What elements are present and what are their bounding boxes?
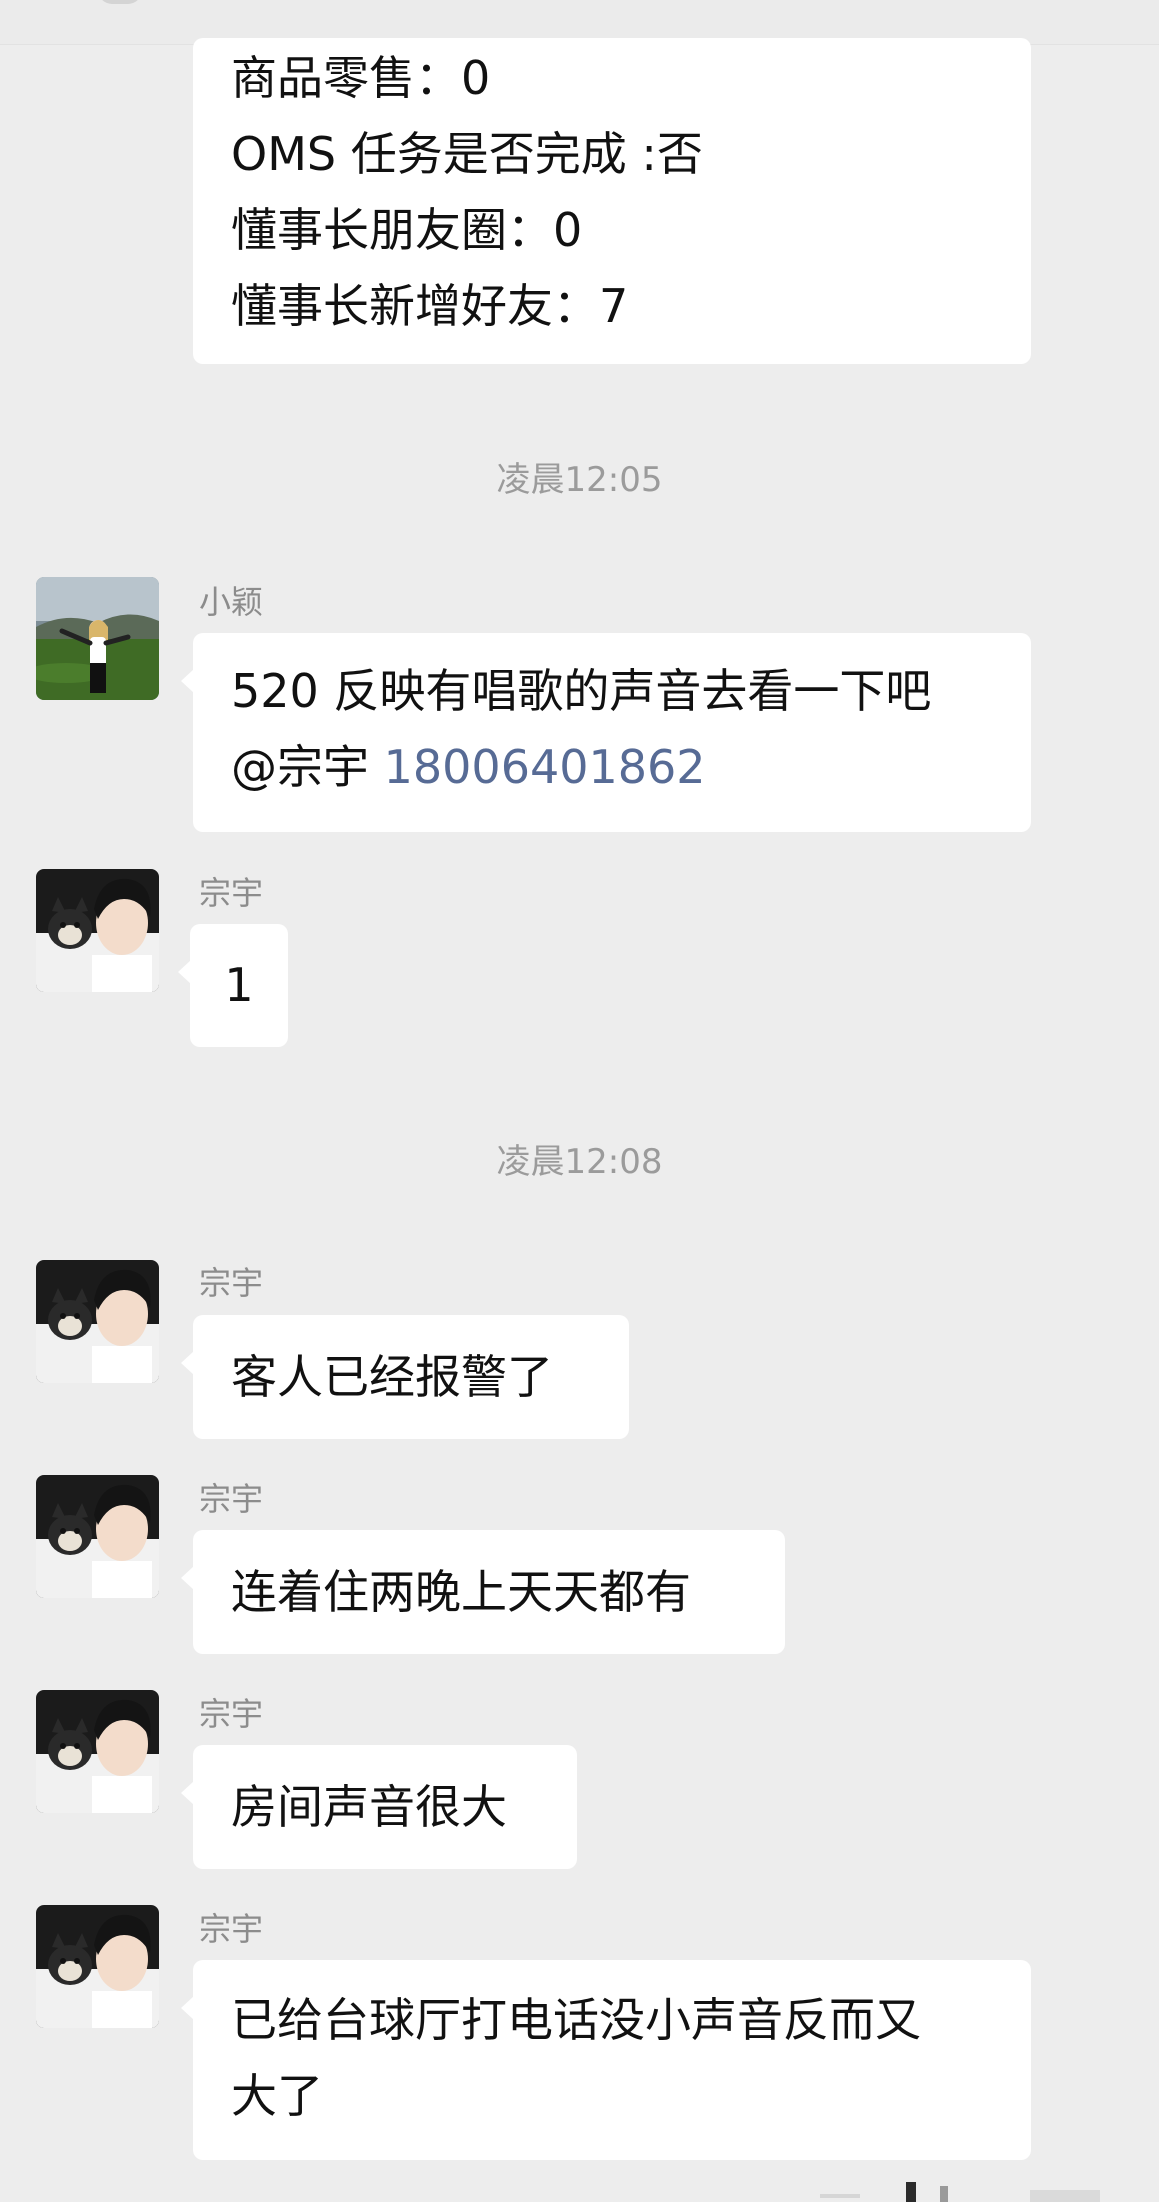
message-line: @宗宇 18006401862 <box>231 729 993 805</box>
sender-name: 宗宇 <box>199 1695 264 1733</box>
man-with-dog-avatar[interactable] <box>36 1475 159 1598</box>
chat-screen[interactable]: 商品零售：0 OMS 任务是否完成 :否 懂事长朋友圈：0 懂事长新增好友：7 … <box>0 0 1159 2202</box>
man-with-dog-avatar[interactable] <box>36 869 159 992</box>
timestamp: 凌晨12:05 <box>496 460 663 500</box>
message-text: 连着住两晚上天天都有 <box>231 1565 691 1619</box>
sender-name: 宗宇 <box>199 1264 264 1302</box>
avatar-edge-icon <box>98 0 142 4</box>
message-bubble[interactable]: 520 反映有唱歌的声音去看一下吧 @宗宇 18006401862 <box>181 633 1031 832</box>
sender-name: 宗宇 <box>199 1480 264 1518</box>
sender-name: 宗宇 <box>199 1910 264 1948</box>
message-bubble[interactable]: 客人已经报警了 <box>181 1315 629 1439</box>
message-line: 懂事长朋友圈：0 <box>231 203 583 257</box>
message-line: 懂事长新增好友：7 <box>231 279 629 333</box>
woman-on-hillside-avatar[interactable] <box>36 577 159 700</box>
sender-name: 小颖 <box>199 583 264 621</box>
message-bubble[interactable]: 房间声音很大 <box>181 1745 577 1869</box>
message-text: 房间声音很大 <box>231 1780 507 1834</box>
message-bubble[interactable]: 已给台球厅打电话没小声音反而又 大了 <box>181 1960 1031 2160</box>
message-line: 已给台球厅打电话没小声音反而又 <box>231 1993 921 2047</box>
message-bubble[interactable]: 连着住两晚上天天都有 <box>181 1530 785 1654</box>
man-with-dog-avatar[interactable] <box>36 1905 159 2028</box>
bottom-bar-icon <box>820 2182 1100 2202</box>
message-bubble[interactable]: 1 <box>178 924 288 1047</box>
message-bubble-stats[interactable]: 商品零售：0 OMS 任务是否完成 :否 懂事长朋友圈：0 懂事长新增好友：7 <box>193 38 1031 364</box>
message-text: 客人已经报警了 <box>231 1350 553 1404</box>
message-line: 商品零售：0 <box>231 51 491 105</box>
timestamp: 凌晨12:08 <box>496 1142 663 1182</box>
man-with-dog-avatar[interactable] <box>36 1690 159 1813</box>
message-text: 1 <box>224 958 254 1012</box>
message-text: 520 反映有唱歌的声音去看一下吧 <box>231 664 932 718</box>
phone-link[interactable]: 18006401862 <box>384 740 706 794</box>
man-with-dog-avatar[interactable] <box>36 1260 159 1383</box>
sender-name: 宗宇 <box>199 874 264 912</box>
mention: @宗宇 <box>231 740 384 794</box>
message-line: OMS 任务是否完成 :否 <box>231 127 703 181</box>
message-line: 大了 <box>231 2069 323 2123</box>
